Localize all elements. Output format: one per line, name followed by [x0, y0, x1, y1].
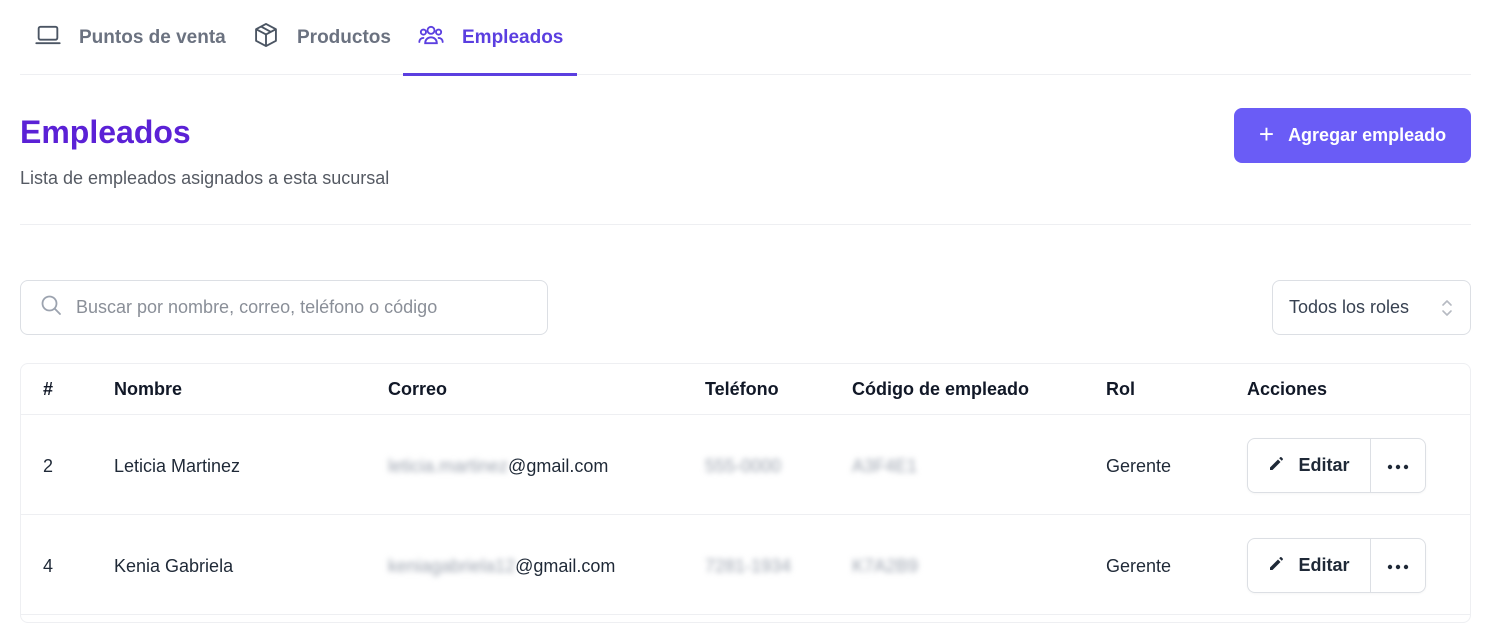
column-header: Nombre: [114, 379, 183, 399]
row-email: keniagabriela12@gmail.com: [388, 556, 615, 577]
ellipsis-icon: [1387, 458, 1409, 473]
ellipsis-icon: [1387, 558, 1409, 573]
row-id: 2: [43, 456, 54, 476]
page-title: Empleados: [20, 114, 191, 150]
redacted-email: leticia.martinez: [388, 456, 509, 476]
row-code: A3F4E1: [852, 456, 918, 476]
search-icon: [39, 293, 63, 322]
add-employee-button[interactable]: + Agregar empleado: [1234, 108, 1471, 163]
row-id: 4: [43, 556, 54, 576]
users-icon: [417, 21, 445, 55]
redacted-email: keniagabriela12: [388, 556, 516, 576]
tab-label: Productos: [297, 26, 391, 48]
divider: [20, 224, 1471, 225]
edit-button[interactable]: Editar: [1248, 439, 1371, 492]
column-header: Rol: [1106, 379, 1135, 399]
column-header: Correo: [388, 379, 448, 399]
edit-label: Editar: [1298, 555, 1350, 575]
row-role: Gerente: [1106, 456, 1172, 476]
edit-button[interactable]: Editar: [1248, 539, 1371, 592]
email-domain: @gmail.com: [508, 456, 609, 476]
pencil-icon: [1268, 554, 1286, 577]
column-header: Teléfono: [705, 379, 779, 399]
row-email: leticia.martinez@gmail.com: [388, 456, 608, 477]
edit-label: Editar: [1298, 455, 1350, 475]
column-header: #: [43, 379, 54, 399]
box-icon: [252, 21, 280, 55]
row-actions: Editar: [1247, 438, 1426, 493]
add-employee-label: Agregar empleado: [1288, 125, 1447, 145]
more-options-button[interactable]: [1371, 439, 1425, 492]
chevron-up-down-icon: [1440, 296, 1454, 320]
more-options-button[interactable]: [1371, 539, 1425, 592]
tab-productos[interactable]: Productos: [252, 0, 391, 75]
tab-bar: Puntos de venta Productos Empleados: [20, 0, 1471, 76]
page-subtitle: Lista de empleados asignados a esta sucu…: [20, 168, 390, 188]
email-domain: @gmail.com: [515, 556, 616, 576]
row-actions: Editar: [1247, 538, 1426, 593]
tab-puntos-de-venta[interactable]: Puntos de venta: [34, 0, 226, 75]
role-select[interactable]: Todos los roles: [1272, 280, 1471, 335]
row-phone: 555-0000: [705, 456, 782, 476]
search-input[interactable]: [76, 297, 516, 318]
row-name: Kenia Gabriela: [114, 556, 234, 576]
row-name: Leticia Martinez: [114, 456, 241, 476]
row-role: Gerente: [1106, 556, 1172, 576]
tab-label: Puntos de venta: [79, 26, 226, 48]
column-header: Acciones: [1247, 379, 1328, 399]
row-code: K7A2B9: [852, 556, 919, 576]
row-phone: 7281-1934: [705, 556, 792, 576]
employees-table: # Nombre Correo Teléfono Código de emple…: [20, 363, 1471, 623]
tab-empleados[interactable]: Empleados: [403, 0, 578, 76]
table-header: # Nombre Correo Teléfono Código de emple…: [21, 364, 1470, 415]
plus-icon: +: [1258, 119, 1275, 149]
role-select-value: Todos los roles: [1289, 297, 1410, 317]
laptop-icon: [34, 21, 62, 55]
table-row: 4 Kenia Gabriela keniagabriela12@gmail.c…: [21, 515, 1470, 615]
search-box[interactable]: [20, 280, 548, 335]
pencil-icon: [1268, 454, 1286, 477]
table-row: 2 Leticia Martinez leticia.martinez@gmai…: [21, 415, 1470, 515]
tab-label: Empleados: [462, 26, 564, 48]
column-header: Código de empleado: [852, 379, 1030, 399]
